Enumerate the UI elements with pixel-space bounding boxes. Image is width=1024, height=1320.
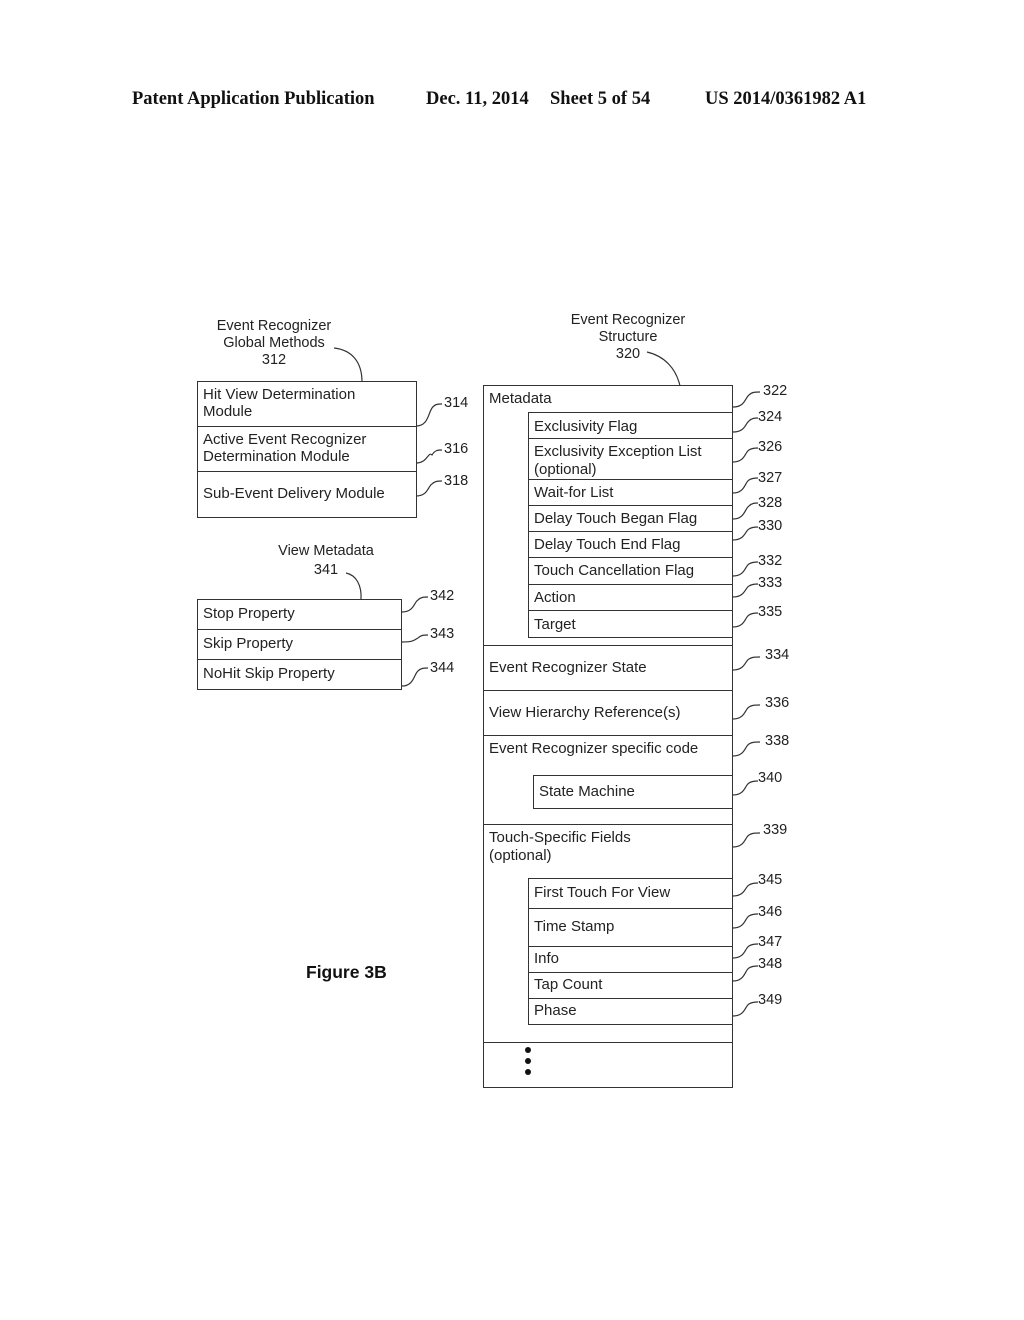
view-metadata-title: View Metadata (278, 543, 374, 559)
touch-fields-label-1: Touch-Specific Fields (489, 829, 631, 846)
ref-343: 343 (430, 626, 455, 642)
structure-ref: 320 (615, 346, 641, 362)
target-label: Target (534, 616, 576, 633)
ref-344: 344 (430, 660, 455, 676)
info-label: Info (534, 950, 560, 967)
ref-326: 326 (758, 439, 783, 455)
leader-314 (415, 403, 443, 427)
global-methods-title-line2: Global Methods (223, 335, 325, 351)
ref-316: 316 (444, 441, 469, 457)
first-touch-label: First Touch For View (534, 884, 671, 901)
exclusivity-exception-label-1: Exclusivity Exception List (534, 443, 702, 460)
time-stamp-label: Time Stamp (534, 918, 615, 935)
touch-fields-label-2: (optional) (489, 847, 552, 864)
specific-code-label: Event Recognizer specific code (489, 740, 699, 757)
ref-324: 324 (758, 409, 783, 425)
ellipsis-dot (525, 1047, 531, 1053)
ref-322: 322 (763, 383, 788, 399)
delay-touch-end-label: Delay Touch End Flag (534, 536, 681, 553)
ref-327: 327 (758, 470, 783, 486)
stop-property-label: Stop Property (203, 605, 295, 622)
state-machine-label: State Machine (539, 783, 635, 800)
exclusivity-flag-label: Exclusivity Flag (534, 418, 638, 435)
view-metadata-ref: 341 (313, 562, 339, 578)
action-label: Action (534, 589, 576, 606)
ref-314: 314 (444, 395, 469, 411)
structure-title-line1: Event Recognizer (570, 312, 686, 328)
ellipsis-dot (525, 1069, 531, 1075)
view-hierarchy-label: View Hierarchy Reference(s) (489, 704, 681, 721)
ellipsis-dot (525, 1058, 531, 1064)
global-methods-ref: 312 (261, 352, 287, 368)
ref-348: 348 (758, 956, 783, 972)
hit-view-label-2: Module (203, 403, 253, 420)
wait-for-list-label: Wait-for List (534, 484, 614, 501)
ref-335: 335 (758, 604, 783, 620)
skip-property-label: Skip Property (203, 635, 294, 652)
global-methods-title-line1: Event Recognizer (216, 318, 332, 334)
recognizer-state-label: Event Recognizer State (489, 659, 647, 676)
delay-touch-began-label: Delay Touch Began Flag (534, 510, 698, 527)
ref-346: 346 (758, 904, 783, 920)
touch-cancellation-label: Touch Cancellation Flag (534, 562, 695, 579)
ref-338: 338 (765, 733, 790, 749)
ref-332: 332 (758, 553, 783, 569)
exclusivity-exception-label-2: (optional) (534, 461, 597, 478)
ref-333: 333 (758, 575, 783, 591)
ref-336: 336 (765, 695, 790, 711)
ref-328: 328 (758, 495, 783, 511)
active-recognizer-label-1: Active Event Recognizer (203, 431, 367, 448)
sub-event-delivery-label: Sub-Event Delivery Module (203, 485, 385, 502)
ref-340: 340 (758, 770, 783, 786)
hit-view-label-1: Hit View Determination (203, 386, 356, 403)
nohit-skip-property-label: NoHit Skip Property (203, 665, 335, 682)
ref-345: 345 (758, 872, 783, 888)
ref-318: 318 (444, 473, 469, 489)
ref-342: 342 (430, 588, 455, 604)
structure-title-line2: Structure (598, 329, 658, 345)
ref-349: 349 (758, 992, 783, 1008)
ref-339: 339 (763, 822, 788, 838)
metadata-label: Metadata (489, 390, 552, 407)
ref-334: 334 (765, 647, 790, 663)
active-recognizer-label-2: Determination Module (203, 448, 350, 465)
ref-330: 330 (758, 518, 783, 534)
tap-count-label: Tap Count (534, 976, 603, 993)
figure-label: Figure 3B (306, 962, 387, 982)
phase-label: Phase (534, 1002, 577, 1019)
ref-347: 347 (758, 934, 783, 950)
